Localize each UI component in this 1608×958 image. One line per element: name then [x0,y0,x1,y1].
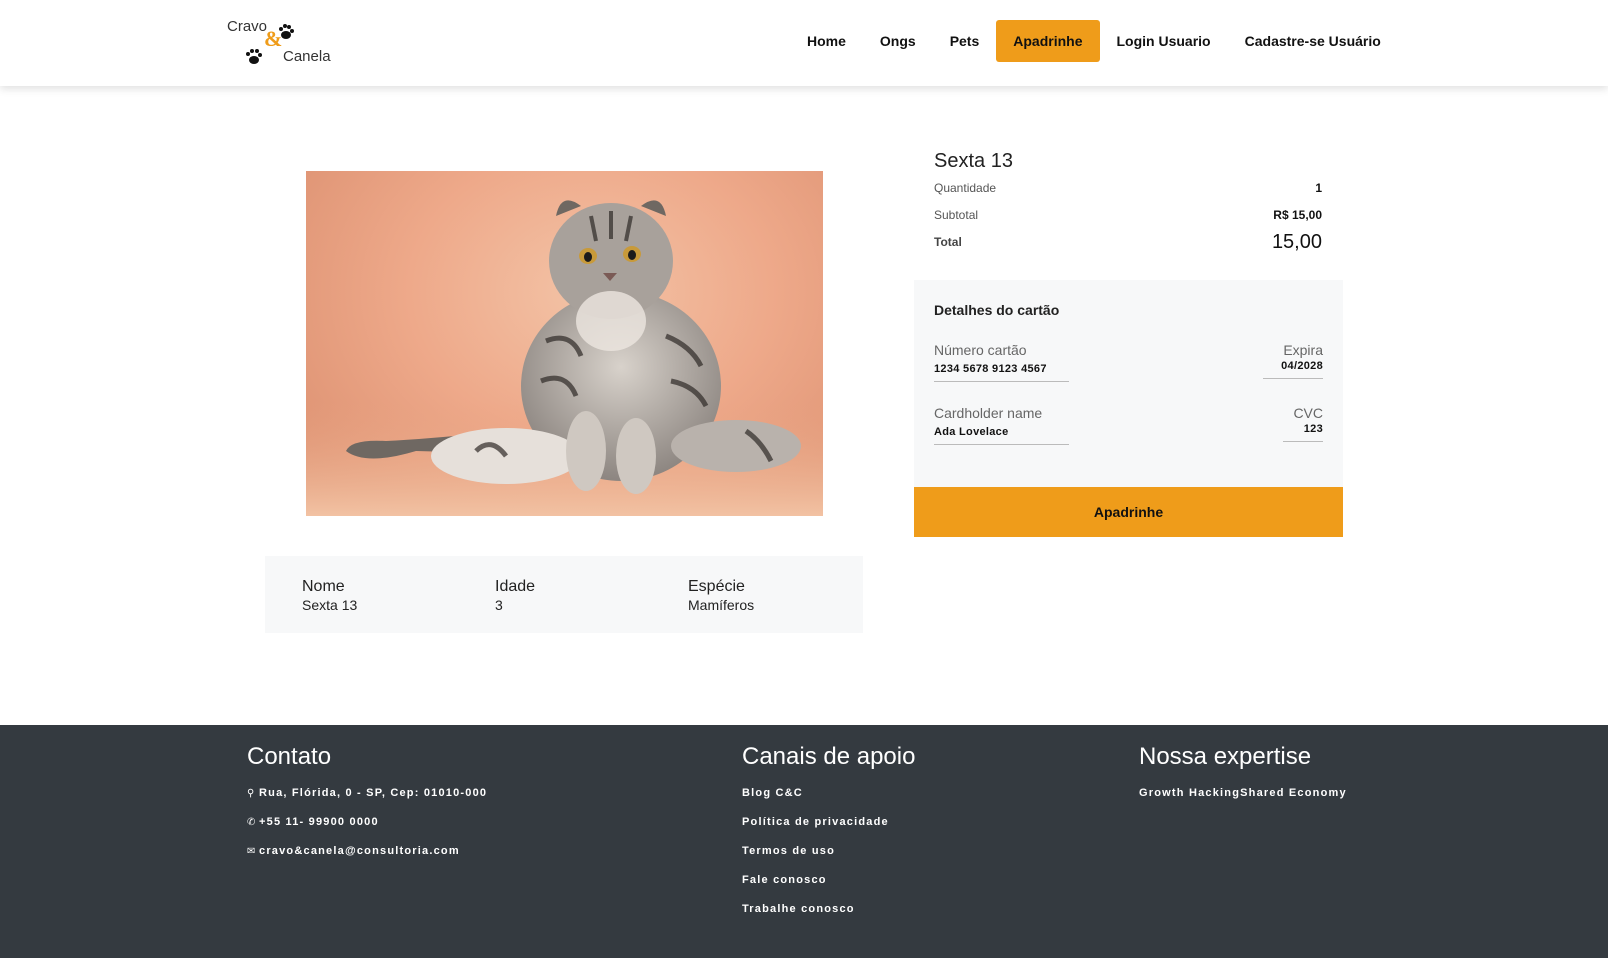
card-expiry-field[interactable]: Expira 04/2028 [1263,342,1323,379]
summary-subtotal-row: Subtotal R$ 15,00 [934,200,1322,227]
footer-contato: Contato ⚲ Rua, Flórida, 0 - SP, Cep: 0101… [247,743,487,874]
footer-link-privacidade[interactable]: Política de privacidade [742,816,915,845]
brand-logo[interactable]: Cravo & Canela [224,16,336,70]
footer-link-trabalhe-conosco[interactable]: Trabalhe conosco [742,903,915,932]
nav-apadrinhe[interactable]: Apadrinhe [996,20,1100,62]
total-label: Total [934,235,962,249]
phone-text: +55 11- 99900 0000 [259,816,379,828]
summary-quantity-row: Quantidade 1 [934,173,1322,200]
card-number-label: Número cartão [934,342,1027,358]
subtotal-value: R$ 15,00 [1273,208,1322,222]
nav-cadastre-se[interactable]: Cadastre-se Usuário [1228,20,1398,62]
card-cvc-field[interactable]: CVC 123 [1283,405,1323,442]
card-cvc-label: CVC [1293,405,1323,421]
envelope-icon: ✉ [247,846,257,857]
info-label: Nome [302,578,345,595]
order-summary: Sexta 13 Quantidade 1 Subtotal R$ 15,00 … [934,150,1322,254]
cat-illustration [306,200,823,516]
info-value: Mamíferos [688,597,755,613]
email-text[interactable]: cravo&canela@consultoria.com [259,845,460,857]
site-header: Cravo & Canela Home Ongs Pets Apadrinhe … [0,0,1608,86]
footer-apoio: Canais de apoio Blog C&C Política de pri… [742,743,915,932]
cardholder-name-label: Cardholder name [934,405,1043,421]
logo-text-bottom: Canela [283,48,331,65]
card-details-title: Detalhes do cartão [934,302,1060,318]
pet-info-name: Nome Sexta 13 [302,578,357,613]
footer-apoio-title: Canais de apoio [742,743,916,770]
info-value: Sexta 13 [302,597,358,613]
nav-login-usuario[interactable]: Login Usuario [1100,20,1228,62]
footer-phone: ✆ +55 11- 99900 0000 [247,816,487,845]
card-details-form: Detalhes do cartão Número cartão 1234 56… [914,280,1343,537]
subtotal-label: Subtotal [934,208,979,222]
card-expiry-label: Expira [1283,342,1323,358]
nav-ongs[interactable]: Ongs [863,20,933,62]
info-value: 3 [495,597,503,613]
footer-expertise-title: Nossa expertise [1139,743,1312,770]
card-number-field[interactable]: Número cartão 1234 5678 9123 4567 [934,342,1069,382]
cardholder-name-input[interactable]: Ada Lovelace [934,426,1069,445]
site-footer: Contato ⚲ Rua, Flórida, 0 - SP, Cep: 0101… [0,725,1608,958]
pet-info-box: Nome Sexta 13 Idade 3 Espécie Mamíferos [265,556,863,633]
main-nav: Home Ongs Pets Apadrinhe Login Usuario C… [790,20,1398,62]
footer-expertise: Nossa expertise Growth HackingShared Eco… [1139,743,1347,816]
cardholder-name-field[interactable]: Cardholder name Ada Lovelace [934,405,1069,445]
nav-home[interactable]: Home [790,20,863,62]
quantity-label: Quantidade [934,181,997,195]
card-expiry-input[interactable]: 04/2028 [1263,360,1323,379]
nav-pets[interactable]: Pets [933,20,997,62]
summary-total-row: Total 15,00 [934,227,1322,254]
footer-link-fale-conosco[interactable]: Fale conosco [742,874,915,903]
footer-email[interactable]: ✉ cravo&canela@consultoria.com [247,845,487,874]
phone-icon: ✆ [247,817,257,828]
pet-photo [306,171,823,516]
card-number-input[interactable]: 1234 5678 9123 4567 [934,363,1069,382]
summary-title: Sexta 13 [934,150,1013,172]
footer-link-termos[interactable]: Termos de uso [742,845,915,874]
total-value: 15,00 [1271,231,1322,253]
footer-expertise-items: Growth HackingShared Economy [1139,787,1347,799]
footer-contato-title: Contato [247,743,332,770]
pet-info-species: Espécie Mamíferos [688,578,754,613]
card-cvc-input[interactable]: 123 [1283,423,1323,442]
address-text: Rua, Flórida, 0 - SP, Cep: 01010-000 [259,787,488,799]
apadrinhe-submit-button[interactable]: Apadrinhe [914,487,1343,537]
footer-address: ⚲ Rua, Flórida, 0 - SP, Cep: 01010-000 [247,787,487,816]
info-label: Espécie [688,578,745,595]
quantity-value: 1 [1315,181,1322,195]
map-pin-icon: ⚲ [247,788,256,799]
info-label: Idade [495,578,536,595]
footer-link-blog[interactable]: Blog C&C [742,787,915,816]
pet-info-age: Idade 3 [495,578,535,613]
